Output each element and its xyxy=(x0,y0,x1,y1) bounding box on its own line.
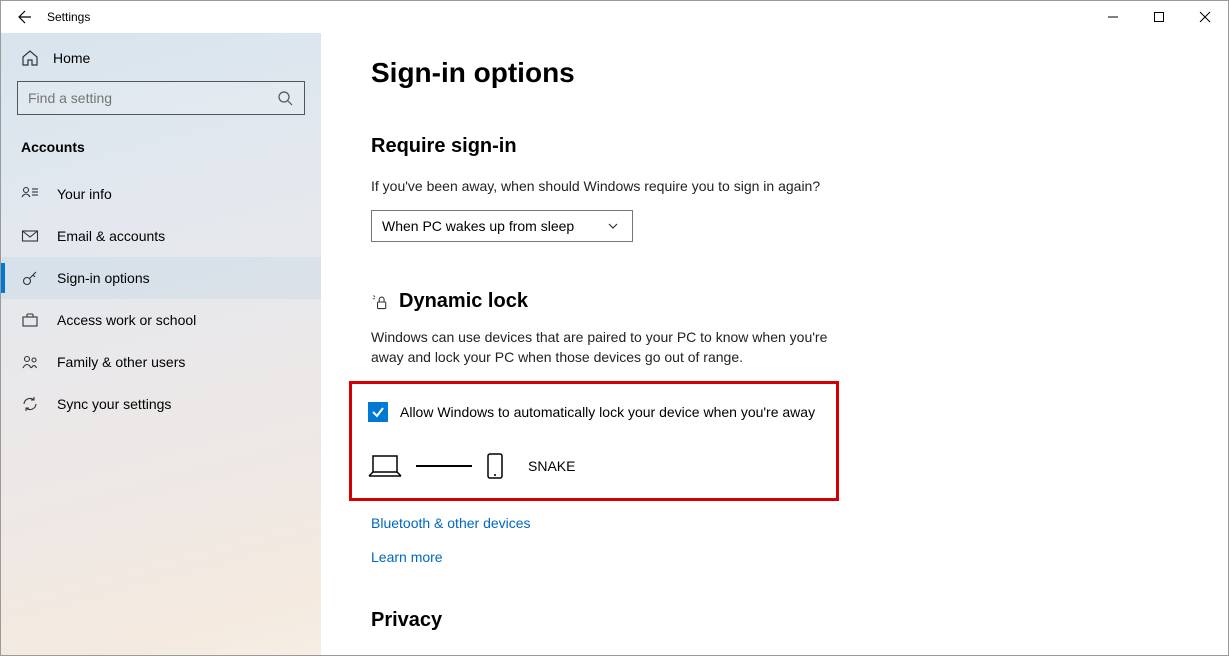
sidebar-item-label: Your info xyxy=(57,186,112,202)
home-label: Home xyxy=(53,50,90,66)
window-controls xyxy=(1090,1,1228,33)
sync-icon xyxy=(21,395,39,413)
sidebar-item-label: Family & other users xyxy=(57,354,185,370)
titlebar: Settings xyxy=(1,1,1228,33)
laptop-icon xyxy=(368,453,402,479)
search-field[interactable] xyxy=(28,90,276,106)
paired-device-name: SNAKE xyxy=(528,458,575,474)
sidebar-item-sync-settings[interactable]: Sync your settings xyxy=(1,383,321,425)
window-title: Settings xyxy=(47,10,90,24)
home-link[interactable]: Home xyxy=(1,33,321,81)
dynamic-lock-desc: Windows can use devices that are paired … xyxy=(371,327,841,367)
home-icon xyxy=(21,49,39,67)
sidebar-item-your-info[interactable]: Your info xyxy=(1,173,321,215)
back-button[interactable] xyxy=(1,1,47,33)
dynamic-lock-checkbox-label: Allow Windows to automatically lock your… xyxy=(400,404,815,420)
briefcase-icon xyxy=(21,311,39,329)
require-signin-heading: Require sign-in xyxy=(371,135,1178,158)
content-area: Sign-in options Require sign-in If you'v… xyxy=(321,33,1228,655)
require-signin-dropdown[interactable]: When PC wakes up from sleep xyxy=(371,210,633,242)
privacy-desc: Show account details such as my email ad… xyxy=(371,650,1178,655)
bluetooth-devices-link[interactable]: Bluetooth & other devices xyxy=(371,515,1178,531)
sidebar-category: Accounts xyxy=(1,135,321,173)
dynamic-lock-heading: Dynamic lock xyxy=(399,290,528,313)
sidebar-item-access-work-school[interactable]: Access work or school xyxy=(1,299,321,341)
sidebar-item-family-other-users[interactable]: Family & other users xyxy=(1,341,321,383)
key-icon xyxy=(21,269,39,287)
require-signin-desc: If you've been away, when should Windows… xyxy=(371,176,1178,196)
people-icon xyxy=(21,353,39,371)
dynamic-lock-icon xyxy=(371,293,389,311)
close-button[interactable] xyxy=(1182,1,1228,33)
dynamic-lock-checkbox[interactable] xyxy=(368,402,388,422)
dropdown-value: When PC wakes up from sleep xyxy=(382,218,574,234)
sidebar: Home Accounts Your info xyxy=(1,33,321,655)
privacy-heading: Privacy xyxy=(371,609,1178,632)
sidebar-item-label: Sync your settings xyxy=(57,396,171,412)
page-title: Sign-in options xyxy=(371,57,1178,89)
search-icon xyxy=(276,89,294,107)
phone-icon xyxy=(486,452,504,480)
minimize-button[interactable] xyxy=(1090,1,1136,33)
chevron-down-icon xyxy=(604,217,622,235)
sidebar-item-label: Sign-in options xyxy=(57,270,150,286)
mail-icon xyxy=(21,227,39,245)
sidebar-item-sign-in-options[interactable]: Sign-in options xyxy=(1,257,321,299)
person-card-icon xyxy=(21,185,39,203)
settings-window: Settings Home xyxy=(0,0,1229,656)
sidebar-item-email-accounts[interactable]: Email & accounts xyxy=(1,215,321,257)
highlight-box: Allow Windows to automatically lock your… xyxy=(349,381,839,501)
search-input[interactable] xyxy=(17,81,305,115)
learn-more-link[interactable]: Learn more xyxy=(371,549,1178,565)
maximize-button[interactable] xyxy=(1136,1,1182,33)
sidebar-item-label: Access work or school xyxy=(57,312,196,328)
connection-line xyxy=(416,465,472,467)
sidebar-item-label: Email & accounts xyxy=(57,228,165,244)
